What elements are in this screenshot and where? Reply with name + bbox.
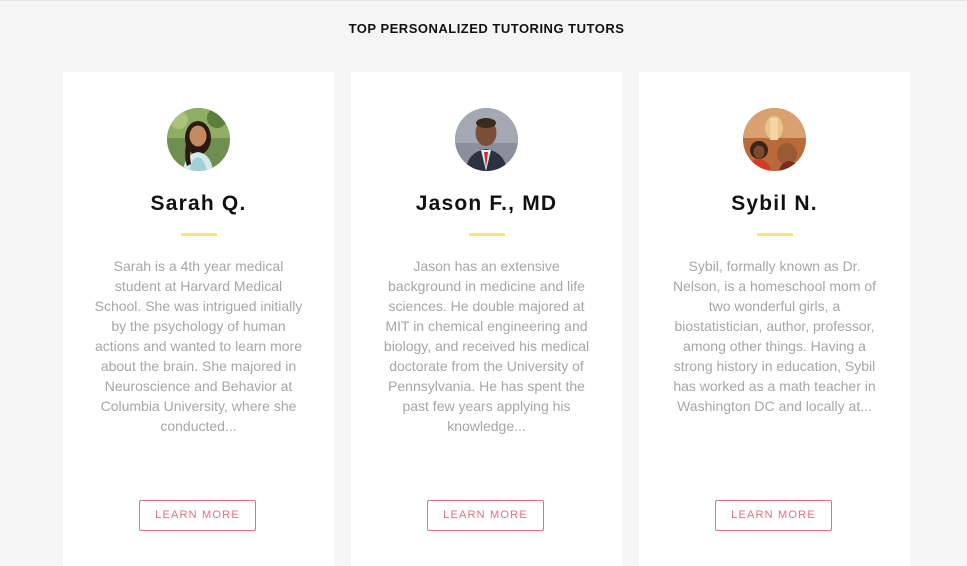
tutor-name: Sybil N. [731, 192, 818, 215]
learn-more-button[interactable]: LEARN MORE [427, 500, 544, 531]
tutor-avatar[interactable] [743, 108, 806, 171]
tutor-card: Sarah Q. Sarah is a 4th year medical stu… [63, 72, 334, 566]
tutor-name: Sarah Q. [150, 192, 247, 215]
name-underline [181, 233, 217, 236]
name-underline [469, 233, 505, 236]
tutor-card: Jason F., MD Jason has an extensive back… [351, 72, 622, 566]
learn-more-button[interactable]: LEARN MORE [715, 500, 832, 531]
tutor-bio: Jason has an extensive background in med… [383, 258, 590, 434]
tutor-card: Sybil N. Sybil, formally known as Dr. Ne… [639, 72, 910, 566]
tutor-bio: Sybil, formally known as Dr. Nelson, is … [672, 258, 877, 414]
tutor-name: Jason F., MD [415, 192, 558, 215]
tutor-avatar[interactable] [455, 108, 518, 171]
tutor-avatar[interactable] [167, 108, 230, 171]
top-divider [0, 0, 967, 1]
tutor-bio: Sarah is a 4th year medical student at H… [94, 258, 303, 434]
tutor-photo-sybil [743, 108, 806, 171]
tutor-photo-jason [455, 108, 518, 171]
tutor-photo-sarah [167, 108, 230, 171]
learn-more-button[interactable]: LEARN MORE [139, 500, 256, 531]
section-title: TOP PERSONALIZED TUTORING TUTORS [348, 21, 625, 36]
name-underline [757, 233, 793, 236]
